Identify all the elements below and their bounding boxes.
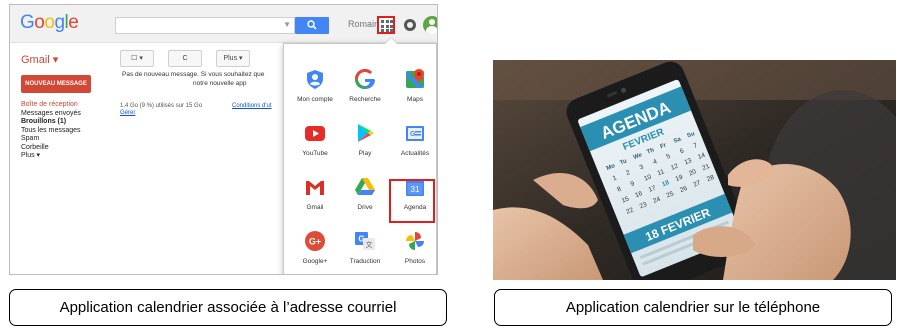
apps-launcher-panel: Mon compte Recherche Maps YouTube Play G Actua… <box>283 37 437 274</box>
app-google-[interactable]: G+ Google+ <box>291 230 339 274</box>
app-label: YouTube <box>302 150 328 157</box>
app-label: Photos <box>404 258 426 265</box>
news-icon: G <box>406 126 424 141</box>
logo-letter: G <box>20 12 35 33</box>
folder-item[interactable]: Brouillons (1) <box>21 118 81 127</box>
app-photos[interactable]: Photos <box>391 230 437 274</box>
app-gmail[interactable]: Gmail <box>291 176 339 226</box>
apps-grid-icon[interactable] <box>377 16 395 34</box>
select-checkbox-button[interactable]: ☐ ▾ <box>120 50 154 67</box>
manage-storage-link[interactable]: Gérer <box>120 110 202 117</box>
app-traduction[interactable]: G 文 Traduction <box>341 230 389 274</box>
google-g-icon <box>355 69 375 89</box>
youtube-play-icon <box>305 126 325 141</box>
figure: Google ▼ Romain Gmail ▾ ☐ ▾ C Plus ▾ NOU… <box>0 0 897 331</box>
notifications-icon[interactable] <box>404 19 416 31</box>
app-label: Actualités <box>400 150 430 157</box>
app-label: Drive <box>357 204 373 211</box>
gmail-menu-label[interactable]: Gmail ▾ <box>21 53 58 66</box>
google-plus-icon: G+ <box>305 231 325 251</box>
translate-icon: G文 <box>355 232 375 250</box>
app-label: Maps <box>407 96 423 103</box>
app-actualit-s[interactable]: G Actualités <box>391 122 437 172</box>
search-icon <box>307 20 317 30</box>
google-top-bar: Google ▼ Romain <box>10 5 437 43</box>
folder-item[interactable]: Spam <box>21 135 81 144</box>
storage-usage: 1,4 Go (9 %) utilisés sur 15 Go <box>120 103 203 109</box>
folder-item[interactable]: Tous les messages <box>21 127 81 136</box>
app-mon-compte[interactable]: Mon compte <box>291 68 339 118</box>
photos-pinwheel-icon <box>406 232 424 250</box>
folder-item[interactable]: Messages envoyés <box>21 110 81 119</box>
refresh-button[interactable]: C <box>168 50 202 67</box>
app-play[interactable]: Play <box>341 122 389 172</box>
maps-pin-icon <box>406 69 424 88</box>
search-input[interactable]: ▼ <box>115 17 295 34</box>
compose-button[interactable]: NOUVEAU MESSAGE <box>21 75 91 93</box>
caption-left: Application calendrier associée à l’adre… <box>9 289 447 326</box>
logo-letter: o <box>44 12 55 33</box>
app-label: Traduction <box>349 258 381 265</box>
folder-item[interactable]: Plus ▾ <box>21 152 81 161</box>
app-label: Play <box>358 150 372 157</box>
avatar[interactable] <box>423 16 437 34</box>
gmail-m-icon <box>306 181 324 195</box>
app-recherche[interactable]: Recherche <box>341 68 389 118</box>
folder-item[interactable]: Corbeille <box>21 144 81 153</box>
app-youtube[interactable]: YouTube <box>291 122 339 172</box>
logo-letter: o <box>34 12 45 33</box>
app-maps[interactable]: Maps <box>391 68 437 118</box>
app-label: Gmail <box>306 204 324 211</box>
user-name[interactable]: Romain <box>348 19 379 29</box>
folder-item[interactable]: Boîte de réception <box>21 101 81 110</box>
google-logo[interactable]: Google <box>20 12 79 34</box>
logo-letter: g <box>54 12 65 33</box>
drive-triangle-icon <box>355 178 375 195</box>
more-button[interactable]: Plus ▾ <box>216 50 250 67</box>
app-label: Google+ <box>302 258 328 265</box>
account-shield-icon <box>307 70 323 89</box>
chevron-down-icon: ▼ <box>283 20 291 29</box>
phone-photo: AGENDA FEVRIER Mo Tu We Th Fr Sa Su 1234567891… <box>493 60 896 280</box>
empty-inbox-message: Pas de nouveau message. Si vous souhaite… <box>122 71 265 78</box>
folder-list: Boîte de réception Messages envoyés Brouil… <box>21 101 81 161</box>
empty-inbox-message-2: notre nouvelle app <box>193 80 247 87</box>
phone-illustration: AGENDA FEVRIER MoTuWeThFrSaSu 1234567891… <box>493 60 896 280</box>
caption-right: Application calendrier sur le téléphone <box>494 289 892 326</box>
gmail-screenshot: Google ▼ Romain Gmail ▾ ☐ ▾ C Plus ▾ NOU… <box>9 4 438 275</box>
svg-text:文: 文 <box>366 240 373 249</box>
logo-letter: e <box>68 12 79 33</box>
agenda-highlight-box <box>389 179 435 223</box>
app-label: Recherche <box>349 96 381 103</box>
app-drive[interactable]: Drive <box>341 176 389 226</box>
svg-text:G+: G+ <box>309 237 321 247</box>
search-button[interactable] <box>295 17 329 34</box>
terms-link[interactable]: Conditions d'ut <box>232 103 272 109</box>
storage-info: 1,4 Go (9 %) utilisés sur 15 Go Gérer <box>120 103 202 117</box>
app-label: Mon compte <box>297 96 333 103</box>
play-store-icon <box>358 124 374 142</box>
